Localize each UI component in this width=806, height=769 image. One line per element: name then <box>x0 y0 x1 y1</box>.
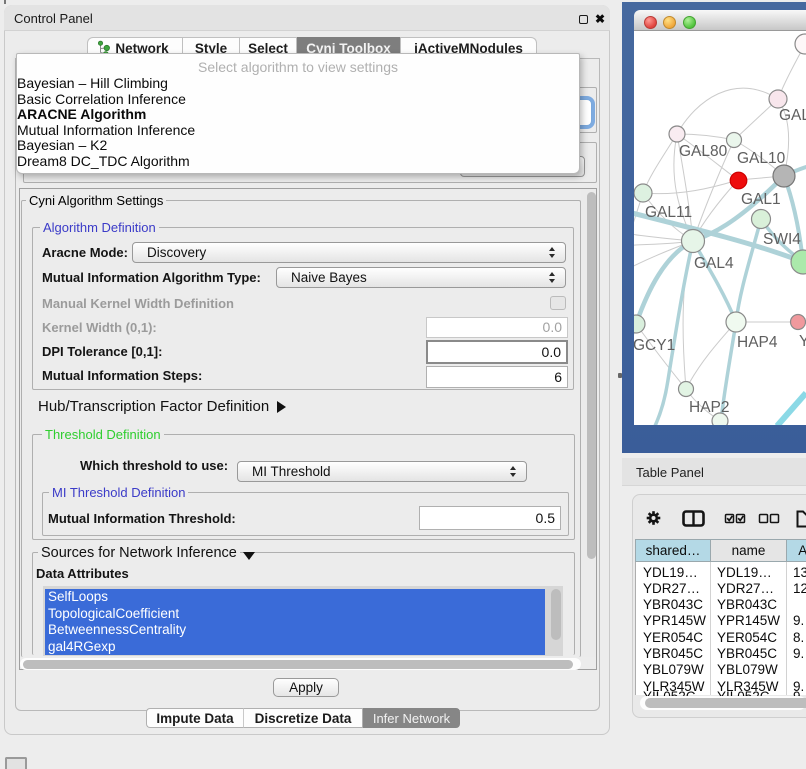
svg-text:GAL4: GAL4 <box>694 255 734 272</box>
svg-text:Y: Y <box>799 333 806 350</box>
svg-text:GAL: GAL <box>779 107 806 124</box>
svg-text:HAP4: HAP4 <box>737 334 778 351</box>
svg-text:GCY1: GCY1 <box>634 337 675 354</box>
svg-text:HAP2: HAP2 <box>689 399 730 416</box>
svg-text:GAL1: GAL1 <box>741 191 781 208</box>
svg-text:GAL11: GAL11 <box>645 204 692 221</box>
svg-text:SWI4: SWI4 <box>763 231 801 248</box>
svg-text:GAL80: GAL80 <box>679 143 728 160</box>
svg-text:GAL10: GAL10 <box>737 150 786 167</box>
